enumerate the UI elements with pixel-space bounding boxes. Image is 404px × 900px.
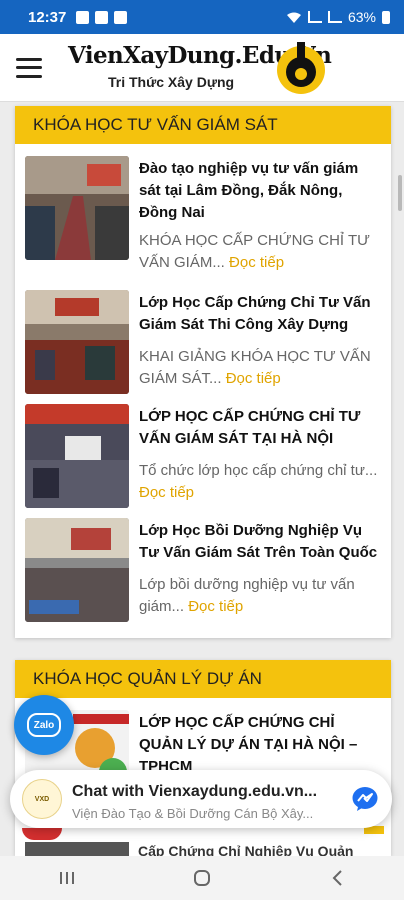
- signal-icon-2: [327, 11, 342, 23]
- post-title[interactable]: Đào tạo nghiệp vụ tư vấn giám sát tại Lâ…: [139, 158, 381, 224]
- section-tu-van-giam-sat: KHÓA HỌC TƯ VẤN GIÁM SÁT Đào tạo nghiệp …: [15, 106, 391, 638]
- home-button[interactable]: [182, 863, 222, 893]
- post-title[interactable]: LỚP HỌC CẤP CHỨNG CHỈ QUẢN LÝ DỰ ÁN TẠI …: [139, 712, 381, 778]
- partial-decoration: [22, 828, 62, 840]
- site-logo[interactable]: VienXayDung.Edu.Vn Tri Thức Xây Dựng: [60, 38, 332, 98]
- section-title[interactable]: KHÓA HỌC TƯ VẤN GIÁM SÁT: [15, 106, 391, 144]
- read-more-link[interactable]: Đọc tiếp: [139, 484, 194, 501]
- section-title[interactable]: KHÓA HỌC QUẢN LÝ DỰ ÁN: [15, 660, 391, 698]
- back-button[interactable]: [317, 863, 357, 893]
- post-thumbnail[interactable]: [25, 290, 129, 394]
- email-icon: [114, 10, 128, 24]
- recent-apps-button[interactable]: [47, 863, 87, 893]
- post-item[interactable]: LỚP HỌC CẤP CHỨNG CHỈ TƯ VẤN GIÁM SÁT TẠ…: [25, 404, 381, 508]
- gallery-icon: [76, 10, 90, 24]
- scrollbar[interactable]: [398, 175, 402, 211]
- post-title[interactable]: Lớp Học Cấp Chứng Chỉ Tư Vấn Giám Sát Th…: [139, 292, 381, 336]
- post-thumbnail[interactable]: [25, 518, 129, 622]
- post-excerpt: KHAI GIẢNG KHÓA HỌC TƯ VẤN GIÁM SÁT... Đ…: [139, 346, 381, 390]
- read-more-link[interactable]: Đọc tiếp: [188, 598, 243, 615]
- download-icon: [95, 10, 109, 24]
- post-title[interactable]: Lớp Học Bồi Dưỡng Nghiệp Vụ Tư Vấn Giám …: [139, 520, 381, 564]
- back-icon: [332, 870, 342, 886]
- zalo-chat-button[interactable]: Zalo: [14, 695, 74, 755]
- post-thumbnail[interactable]: [25, 404, 129, 508]
- battery-percent: 63%: [347, 9, 376, 25]
- status-time: 12:37: [28, 8, 67, 26]
- home-icon: [193, 870, 210, 886]
- system-nav-bar: [0, 856, 404, 900]
- notification-icons: [76, 10, 128, 24]
- signal-icon: [307, 11, 322, 23]
- chat-avatar: VXD: [22, 779, 62, 819]
- zalo-icon: Zalo: [27, 713, 61, 737]
- status-right: 63%: [286, 9, 390, 25]
- partial-post-title[interactable]: Cấp Chứng Chỉ Nghiệp Vụ Quản: [138, 843, 378, 857]
- post-excerpt: Lớp bồi dưỡng nghiệp vụ tư vấn giám... Đ…: [139, 574, 381, 618]
- excerpt-text: Lớp bồi dưỡng nghiệp vụ tư vấn giám...: [139, 576, 355, 615]
- post-excerpt: Tổ chức lớp học cấp chứng chỉ tư... Đọc …: [139, 460, 381, 504]
- post-title[interactable]: LỚP HỌC CẤP CHỨNG CHỈ TƯ VẤN GIÁM SÁT TẠ…: [139, 406, 381, 450]
- messenger-chat-widget[interactable]: VXD Chat with Vienxaydung.edu.vn... Viện…: [10, 770, 392, 828]
- post-thumbnail[interactable]: [25, 156, 129, 260]
- chat-title: Chat with Vienxaydung.edu.vn...: [72, 783, 318, 800]
- site-header: VienXayDung.Edu.Vn Tri Thức Xây Dựng: [0, 34, 404, 102]
- post-item[interactable]: Lớp Học Bồi Dưỡng Nghiệp Vụ Tư Vấn Giám …: [25, 518, 381, 622]
- partial-post-thumbnail[interactable]: [25, 842, 129, 856]
- logo-badge-icon: [277, 42, 325, 94]
- battery-icon: [382, 10, 390, 24]
- read-more-link[interactable]: Đọc tiếp: [229, 254, 284, 271]
- post-item[interactable]: Lớp Học Cấp Chứng Chỉ Tư Vấn Giám Sát Th…: [25, 290, 381, 394]
- status-bar: 12:37 63%: [0, 0, 404, 34]
- read-more-link[interactable]: Đọc tiếp: [226, 370, 281, 387]
- hamburger-icon[interactable]: [16, 57, 42, 78]
- recent-apps-icon: [60, 872, 75, 884]
- messenger-icon[interactable]: [352, 787, 378, 811]
- logo-subtitle: Tri Thức Xây Dựng: [108, 74, 235, 90]
- excerpt-text: Tổ chức lớp học cấp chứng chỉ tư...: [139, 462, 378, 479]
- post-excerpt: KHÓA HỌC CẤP CHỨNG CHỈ TƯ VẤN GIÁM... Đọ…: [139, 230, 381, 274]
- chat-subtitle: Viện Đào Tạo & Bồi Dưỡng Cán Bộ Xây...: [72, 806, 314, 821]
- wifi-icon: [286, 12, 301, 23]
- post-item[interactable]: Đào tạo nghiệp vụ tư vấn giám sát tại Lâ…: [25, 156, 381, 271]
